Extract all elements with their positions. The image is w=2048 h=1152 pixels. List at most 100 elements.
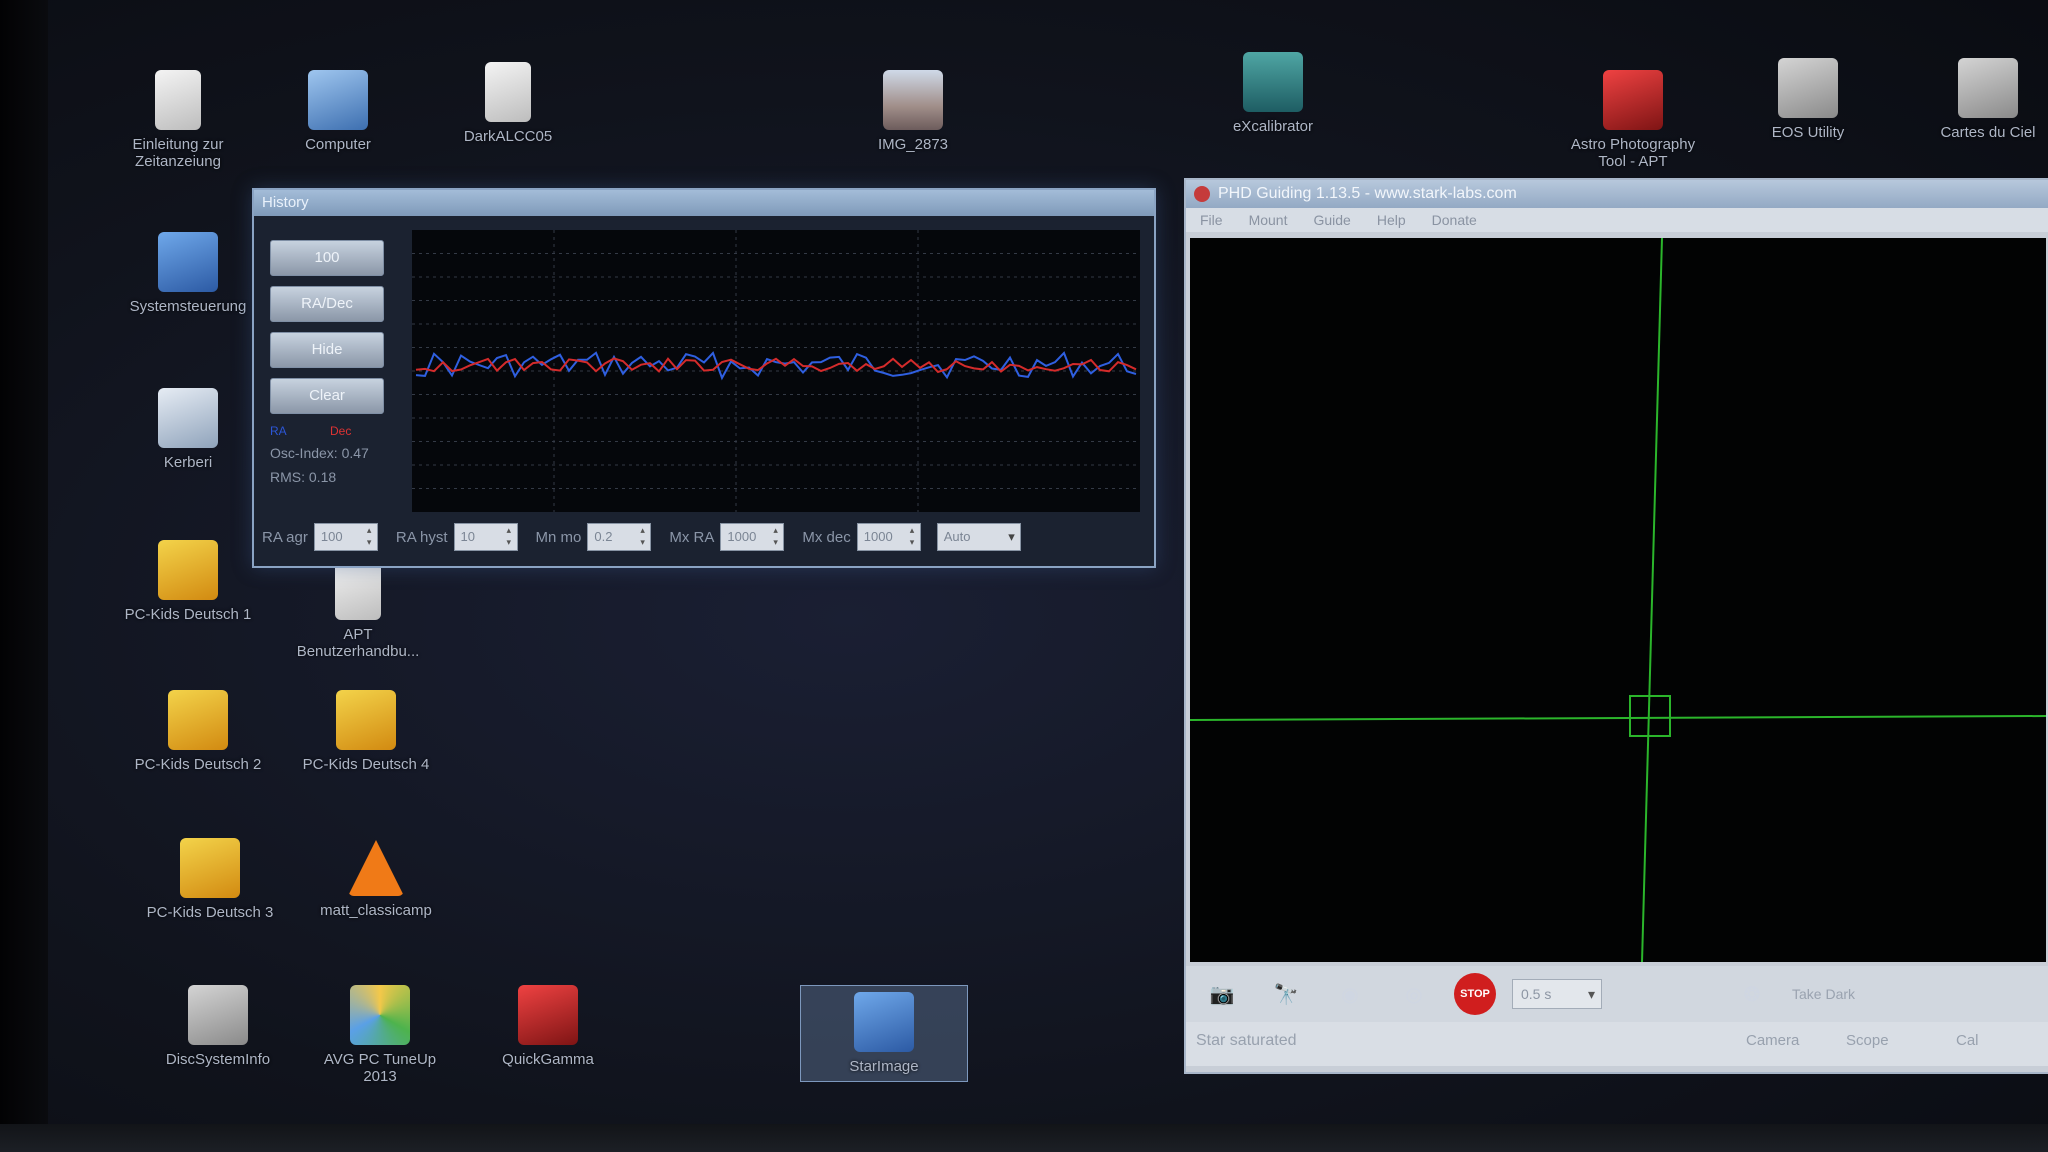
phd-status-bar: Star saturated Camera Scope Cal — [1186, 1022, 2048, 1066]
stop-button[interactable]: STOP — [1454, 973, 1496, 1015]
camera-view[interactable] — [1190, 238, 2046, 962]
desktop-icon-kerberi[interactable]: Kerberi — [118, 388, 258, 471]
trace-legend: RA Dec — [270, 424, 388, 438]
desktop-icon-avg-tuneup[interactable]: AVG PC TuneUp 2013 — [310, 985, 450, 1085]
document-icon — [485, 62, 531, 122]
legend-dec: Dec — [330, 424, 352, 438]
ra-agr-spinner[interactable]: 100 — [313, 523, 378, 551]
take-dark-button[interactable]: Take Dark — [1792, 986, 1855, 1002]
menu-donate[interactable]: Donate — [1432, 208, 1477, 232]
desktop-icon-apt-handbuch[interactable]: APT Benutzerhandbu... — [288, 560, 428, 660]
document-icon — [155, 70, 201, 130]
stop-icon: STOP — [1460, 988, 1490, 1000]
status-scope: Scope — [1846, 1032, 1889, 1049]
desktop-icon-systemsteuerung[interactable]: Systemsteuerung — [118, 232, 258, 315]
desktop-icon-darkalcc05[interactable]: DarkALCC05 — [438, 62, 578, 145]
history-window: History 100 RA/Dec Hide Clear RA Dec Osc… — [252, 188, 1156, 568]
ra-agr-label: RA agr — [262, 528, 308, 546]
dec-trace — [415, 357, 1137, 374]
mn-mo-spinner[interactable]: 0.2 — [587, 523, 652, 551]
pc-kids-icon — [168, 690, 228, 750]
menu-help[interactable]: Help — [1377, 208, 1406, 232]
desktop-icon-apt[interactable]: Astro Photography Tool - APT — [1563, 70, 1703, 170]
gamma-icon — [518, 985, 578, 1045]
desktop-icon-einleitung[interactable]: Einleitung zur Zeitanzeiung — [108, 70, 248, 170]
mx-ra-label: Mx RA — [669, 528, 715, 546]
brain-icon: ❂ — [1743, 983, 1761, 1006]
osc-index: Osc-Index: 0.47 — [270, 445, 369, 461]
guide-target-icon: ◎ — [1405, 983, 1423, 1006]
history-sidebar: 100 RA/Dec Hide Clear RA Dec Osc-Index: … — [270, 240, 388, 486]
mn-mo-label: Mn mo — [535, 528, 582, 546]
excalibrator-icon — [1243, 52, 1303, 112]
desktop-icon-cartes-du-ciel[interactable]: Cartes du Ciel — [1918, 58, 2048, 141]
history-title-bar[interactable]: History — [254, 190, 1154, 216]
planetarium-icon — [1958, 58, 2018, 118]
status-cal: Cal — [1956, 1032, 1979, 1049]
mx-ra-spinner[interactable]: 1000 — [720, 523, 785, 551]
telescope-icon: 🔭 — [1273, 983, 1299, 1006]
desktop-icon-excalibrator[interactable]: eXcalibrator — [1203, 52, 1343, 135]
camera-utility-icon — [1778, 58, 1838, 118]
status-message: Star saturated — [1196, 1032, 1297, 1049]
loop-camera-button[interactable]: 📷 — [1198, 972, 1246, 1016]
status-camera: Camera — [1746, 1032, 1800, 1049]
webcam-icon: ◉ — [1341, 983, 1359, 1006]
desktop-icon-pc-kids-2[interactable]: PC-Kids Deutsch 2 — [128, 690, 268, 773]
connect-camera-button[interactable]: ◉ — [1326, 972, 1374, 1016]
brain-settings-button[interactable]: ❂ — [1728, 972, 1776, 1016]
dec-mode-select[interactable]: Auto — [936, 523, 1021, 551]
apt-icon — [1603, 70, 1663, 130]
menu-file[interactable]: File — [1200, 208, 1223, 232]
crosshair-horizontal — [1190, 715, 2046, 721]
desktop-icon-quickgamma[interactable]: QuickGamma — [478, 985, 618, 1068]
phd-guiding-window: PHD Guiding 1.13.5 - www.stark-labs.com … — [1184, 178, 2048, 1074]
monitor-bezel-bottom — [0, 1124, 2048, 1152]
desktop-icon-eos-utility[interactable]: EOS Utility — [1738, 58, 1878, 141]
phd-title-text: PHD Guiding 1.13.5 - www.stark-labs.com — [1218, 185, 1517, 202]
rms-value: RMS: 0.18 — [270, 469, 337, 485]
phd-toolbar: 📷 🔭 ◉ ◎ STOP 0.5 s ❂ Take Dark — [1186, 966, 2048, 1022]
crosshair-vertical — [1641, 238, 1663, 962]
zoom-button[interactable]: 100 — [270, 240, 384, 276]
crosshair-overlay — [1190, 238, 2046, 962]
camera-icon: 📷 — [1209, 983, 1235, 1006]
image-file-icon — [883, 70, 943, 130]
connect-scope-button[interactable]: 🔭 — [1262, 972, 1310, 1016]
guide-button[interactable]: ◎ — [1390, 972, 1438, 1016]
ra-hyst-label: RA hyst — [395, 528, 448, 546]
vlc-cone-icon — [348, 840, 404, 896]
phd-menu-bar: File Mount Guide Help Donate — [1186, 208, 2048, 232]
radec-button[interactable]: RA/Dec — [270, 286, 384, 322]
mx-dec-label: Mx dec — [802, 528, 851, 546]
ra-hyst-spinner[interactable]: 10 — [453, 523, 518, 551]
monitor-bezel-left — [0, 0, 48, 1152]
desktop-icon-img2873[interactable]: IMG_2873 — [843, 70, 983, 153]
tuneup-icon — [350, 985, 410, 1045]
history-controls: RA agr 100 RA hyst 10 Mn mo 0.2 Mx RA 10… — [262, 520, 1142, 554]
desktop-icon-pc-kids-3[interactable]: PC-Kids Deutsch 3 — [140, 838, 280, 921]
phd-title-bar[interactable]: PHD Guiding 1.13.5 - www.stark-labs.com — [1186, 180, 2048, 208]
pc-kids-icon — [180, 838, 240, 898]
desktop-icon-starimage[interactable]: StarImage — [800, 985, 968, 1082]
menu-mount[interactable]: Mount — [1249, 208, 1288, 232]
menu-guide[interactable]: Guide — [1313, 208, 1350, 232]
desktop-icon-vlc[interactable]: matt_classicamp — [306, 840, 446, 919]
document-icon — [335, 560, 381, 620]
starimage-icon — [854, 992, 914, 1052]
desktop-icon-computer[interactable]: Computer — [268, 70, 408, 153]
desktop-icon-pc-kids-4[interactable]: PC-Kids Deutsch 4 — [296, 690, 436, 773]
desktop-icon-pc-kids-1[interactable]: PC-Kids Deutsch 1 — [118, 540, 258, 623]
pc-kids-icon — [158, 540, 218, 600]
ra-trace — [415, 351, 1137, 381]
control-panel-icon — [158, 232, 218, 292]
desktop-icon-discsysteminfo[interactable]: DiscSystemInfo — [148, 985, 288, 1068]
phd-app-icon — [1194, 186, 1210, 202]
pc-kids-icon — [336, 690, 396, 750]
clear-button[interactable]: Clear — [270, 378, 384, 414]
books-icon — [188, 985, 248, 1045]
exposure-select[interactable]: 0.5 s — [1512, 979, 1602, 1009]
jar-icon — [158, 388, 218, 448]
hide-button[interactable]: Hide — [270, 332, 384, 368]
mx-dec-spinner[interactable]: 1000 — [856, 523, 921, 551]
